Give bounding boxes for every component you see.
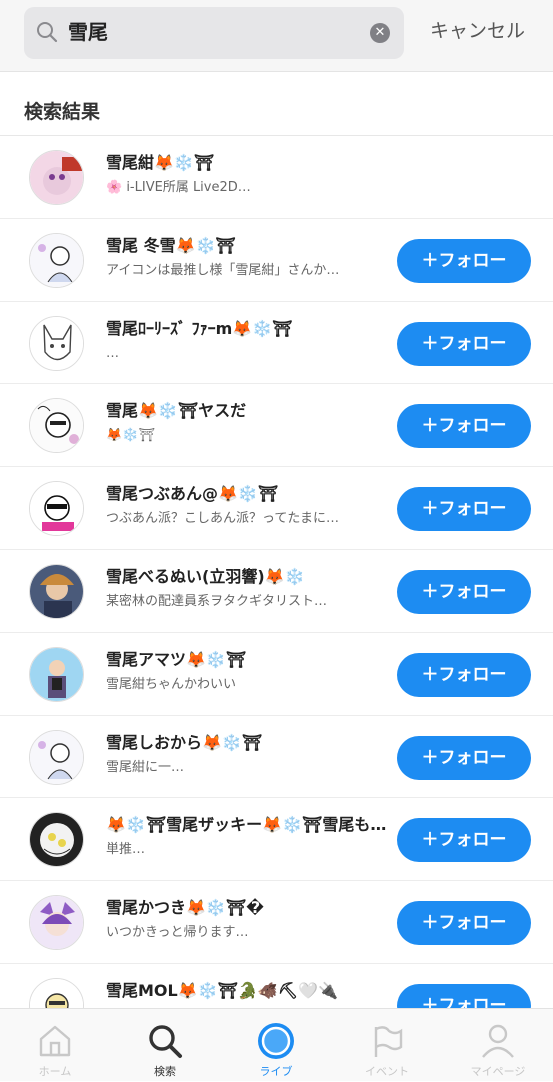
tab-bar: ホーム 検索 ライブ イベント マイページ xyxy=(0,1008,553,1081)
tab-search[interactable]: 検索 xyxy=(110,1009,220,1082)
follow-button[interactable]: ＋フォロー xyxy=(397,818,531,863)
tab-live-label: ライブ xyxy=(259,1065,293,1078)
tab-mypage-label: マイページ xyxy=(470,1065,526,1078)
user-name: 🦊❄️⛩雪尾ザッキー🦊❄️⛩雪尾もも… xyxy=(106,815,396,835)
tab-mypage[interactable]: マイページ xyxy=(443,1009,553,1082)
result-list: 雪尾紺🦊❄️⛩ 🌸 i-LIVE所属 Live2D… 雪尾 冬雪🦊❄️⛩ アイコ… xyxy=(0,136,553,1047)
list-item[interactable]: 雪尾アマツ🦊❄️⛩ 雪尾紺ちゃんかわいい ＋フォロー xyxy=(0,633,553,716)
user-bio: … xyxy=(106,345,119,361)
user-name: 雪尾アマツ🦊❄️⛩ xyxy=(106,649,247,669)
user-name: 雪尾べるぬい(立羽響)🦊❄️ xyxy=(106,566,305,586)
follow-button[interactable]: ＋フォロー xyxy=(397,238,531,283)
avatar[interactable] xyxy=(29,315,84,371)
avatar[interactable] xyxy=(29,398,84,454)
section-title: 検索結果 xyxy=(24,101,101,123)
list-item[interactable]: 雪尾べるぬい(立羽響)🦊❄️ 某密林の配達員系ヲタクギタリスト… ＋フォロー xyxy=(0,550,553,633)
user-name: 雪尾しおから🦊❄️⛩ xyxy=(106,732,263,752)
tab-live[interactable]: ライブ xyxy=(221,1009,331,1082)
person-icon xyxy=(482,1024,514,1058)
user-name: 雪尾つぶあん@🦊❄️⛩ xyxy=(106,484,279,504)
user-bio: アイコンは最推し様「雪尾紺」さんか… xyxy=(106,262,340,278)
live-icon xyxy=(258,1023,294,1059)
tab-event-label: イベント xyxy=(365,1065,409,1078)
follow-button[interactable]: ＋フォロー xyxy=(397,487,531,532)
tab-search-label: 検索 xyxy=(154,1065,176,1078)
avatar[interactable] xyxy=(29,563,84,619)
follow-button[interactable]: ＋フォロー xyxy=(397,321,531,366)
avatar[interactable] xyxy=(29,729,84,785)
follow-button[interactable]: ＋フォロー xyxy=(397,901,531,946)
search-query-text[interactable]: 雪尾 xyxy=(68,19,108,45)
follow-button[interactable]: ＋フォロー xyxy=(397,569,531,614)
list-item[interactable]: 🦊❄️⛩雪尾ザッキー🦊❄️⛩雪尾もも… 単推… ＋フォロー xyxy=(0,798,553,882)
list-item[interactable]: 雪尾つぶあん@🦊❄️⛩ つぶあん派？こしあん派？ってたまに… ＋フォロー xyxy=(0,467,553,550)
user-name: 雪尾MOL🦊❄️⛩🐊🐗⛏🤍🔌 xyxy=(106,980,338,1000)
user-bio: 🦊❄️⛩ xyxy=(106,428,155,444)
list-item[interactable]: 雪尾🦊❄️⛩ヤスだ 🦊❄️⛩ ＋フォロー xyxy=(0,384,553,468)
user-bio: 某密林の配達員系ヲタクギタリスト… xyxy=(106,593,328,609)
search-icon xyxy=(149,1025,182,1058)
user-name: 雪尾ﾛｰﾘｰｽﾞ ﾌｧｰm🦊❄️⛩ xyxy=(106,318,293,338)
avatar[interactable] xyxy=(29,895,84,951)
avatar[interactable] xyxy=(29,646,84,702)
user-bio: 雪尾紺ちゃんかわいい xyxy=(106,676,237,692)
list-item[interactable]: 雪尾紺🦊❄️⛩ 🌸 i-LIVE所属 Live2D… xyxy=(0,136,553,219)
search-icon xyxy=(37,22,58,43)
user-name: 雪尾🦊❄️⛩ヤスだ xyxy=(106,401,247,421)
tab-home-label: ホーム xyxy=(38,1065,72,1078)
tab-event[interactable]: イベント xyxy=(332,1009,442,1082)
avatar[interactable] xyxy=(29,812,84,868)
user-name: 雪尾 冬雪🦊❄️⛩ xyxy=(106,235,236,255)
list-item[interactable]: 雪尾ﾛｰﾘｰｽﾞ ﾌｧｰm🦊❄️⛩ … ＋フォロー xyxy=(0,302,553,385)
event-flag-icon xyxy=(374,1026,403,1057)
search-header: 雪尾 ✕ キャンセル xyxy=(0,0,553,72)
follow-button[interactable]: ＋フォロー xyxy=(397,652,531,697)
user-name: 雪尾紺🦊❄️⛩ xyxy=(106,153,215,172)
avatar[interactable] xyxy=(29,150,84,205)
avatar[interactable] xyxy=(29,481,84,537)
avatar[interactable] xyxy=(29,232,84,288)
user-bio: いつかきっと帰ります… xyxy=(106,925,249,941)
list-item[interactable]: 雪尾かつき🦊❄️⛩� いつかきっと帰ります… ＋フォロー xyxy=(0,881,553,964)
list-item[interactable]: 雪尾しおから🦊❄️⛩ 雪尾紺に一… ＋フォロー xyxy=(0,716,553,799)
clear-icon[interactable]: ✕ xyxy=(370,23,390,43)
tab-home[interactable]: ホーム xyxy=(0,1009,110,1082)
user-bio: 雪尾紺に一… xyxy=(106,759,185,775)
search-input[interactable]: 雪尾 ✕ xyxy=(24,7,404,59)
follow-button[interactable]: ＋フォロー xyxy=(397,404,531,449)
user-bio: つぶあん派？こしあん派？ってたまに… xyxy=(106,511,339,527)
user-bio: 単推… xyxy=(106,842,146,858)
user-name: 雪尾かつき🦊❄️⛩� xyxy=(106,898,264,918)
home-icon xyxy=(39,1025,71,1057)
cancel-button[interactable]: キャンセル xyxy=(430,18,525,44)
follow-button[interactable]: ＋フォロー xyxy=(397,735,531,780)
user-bio: 🌸 i-LIVE所属 Live2D… xyxy=(106,180,251,195)
list-item[interactable]: 雪尾 冬雪🦊❄️⛩ アイコンは最推し様「雪尾紺」さんか… ＋フォロー xyxy=(0,219,553,302)
